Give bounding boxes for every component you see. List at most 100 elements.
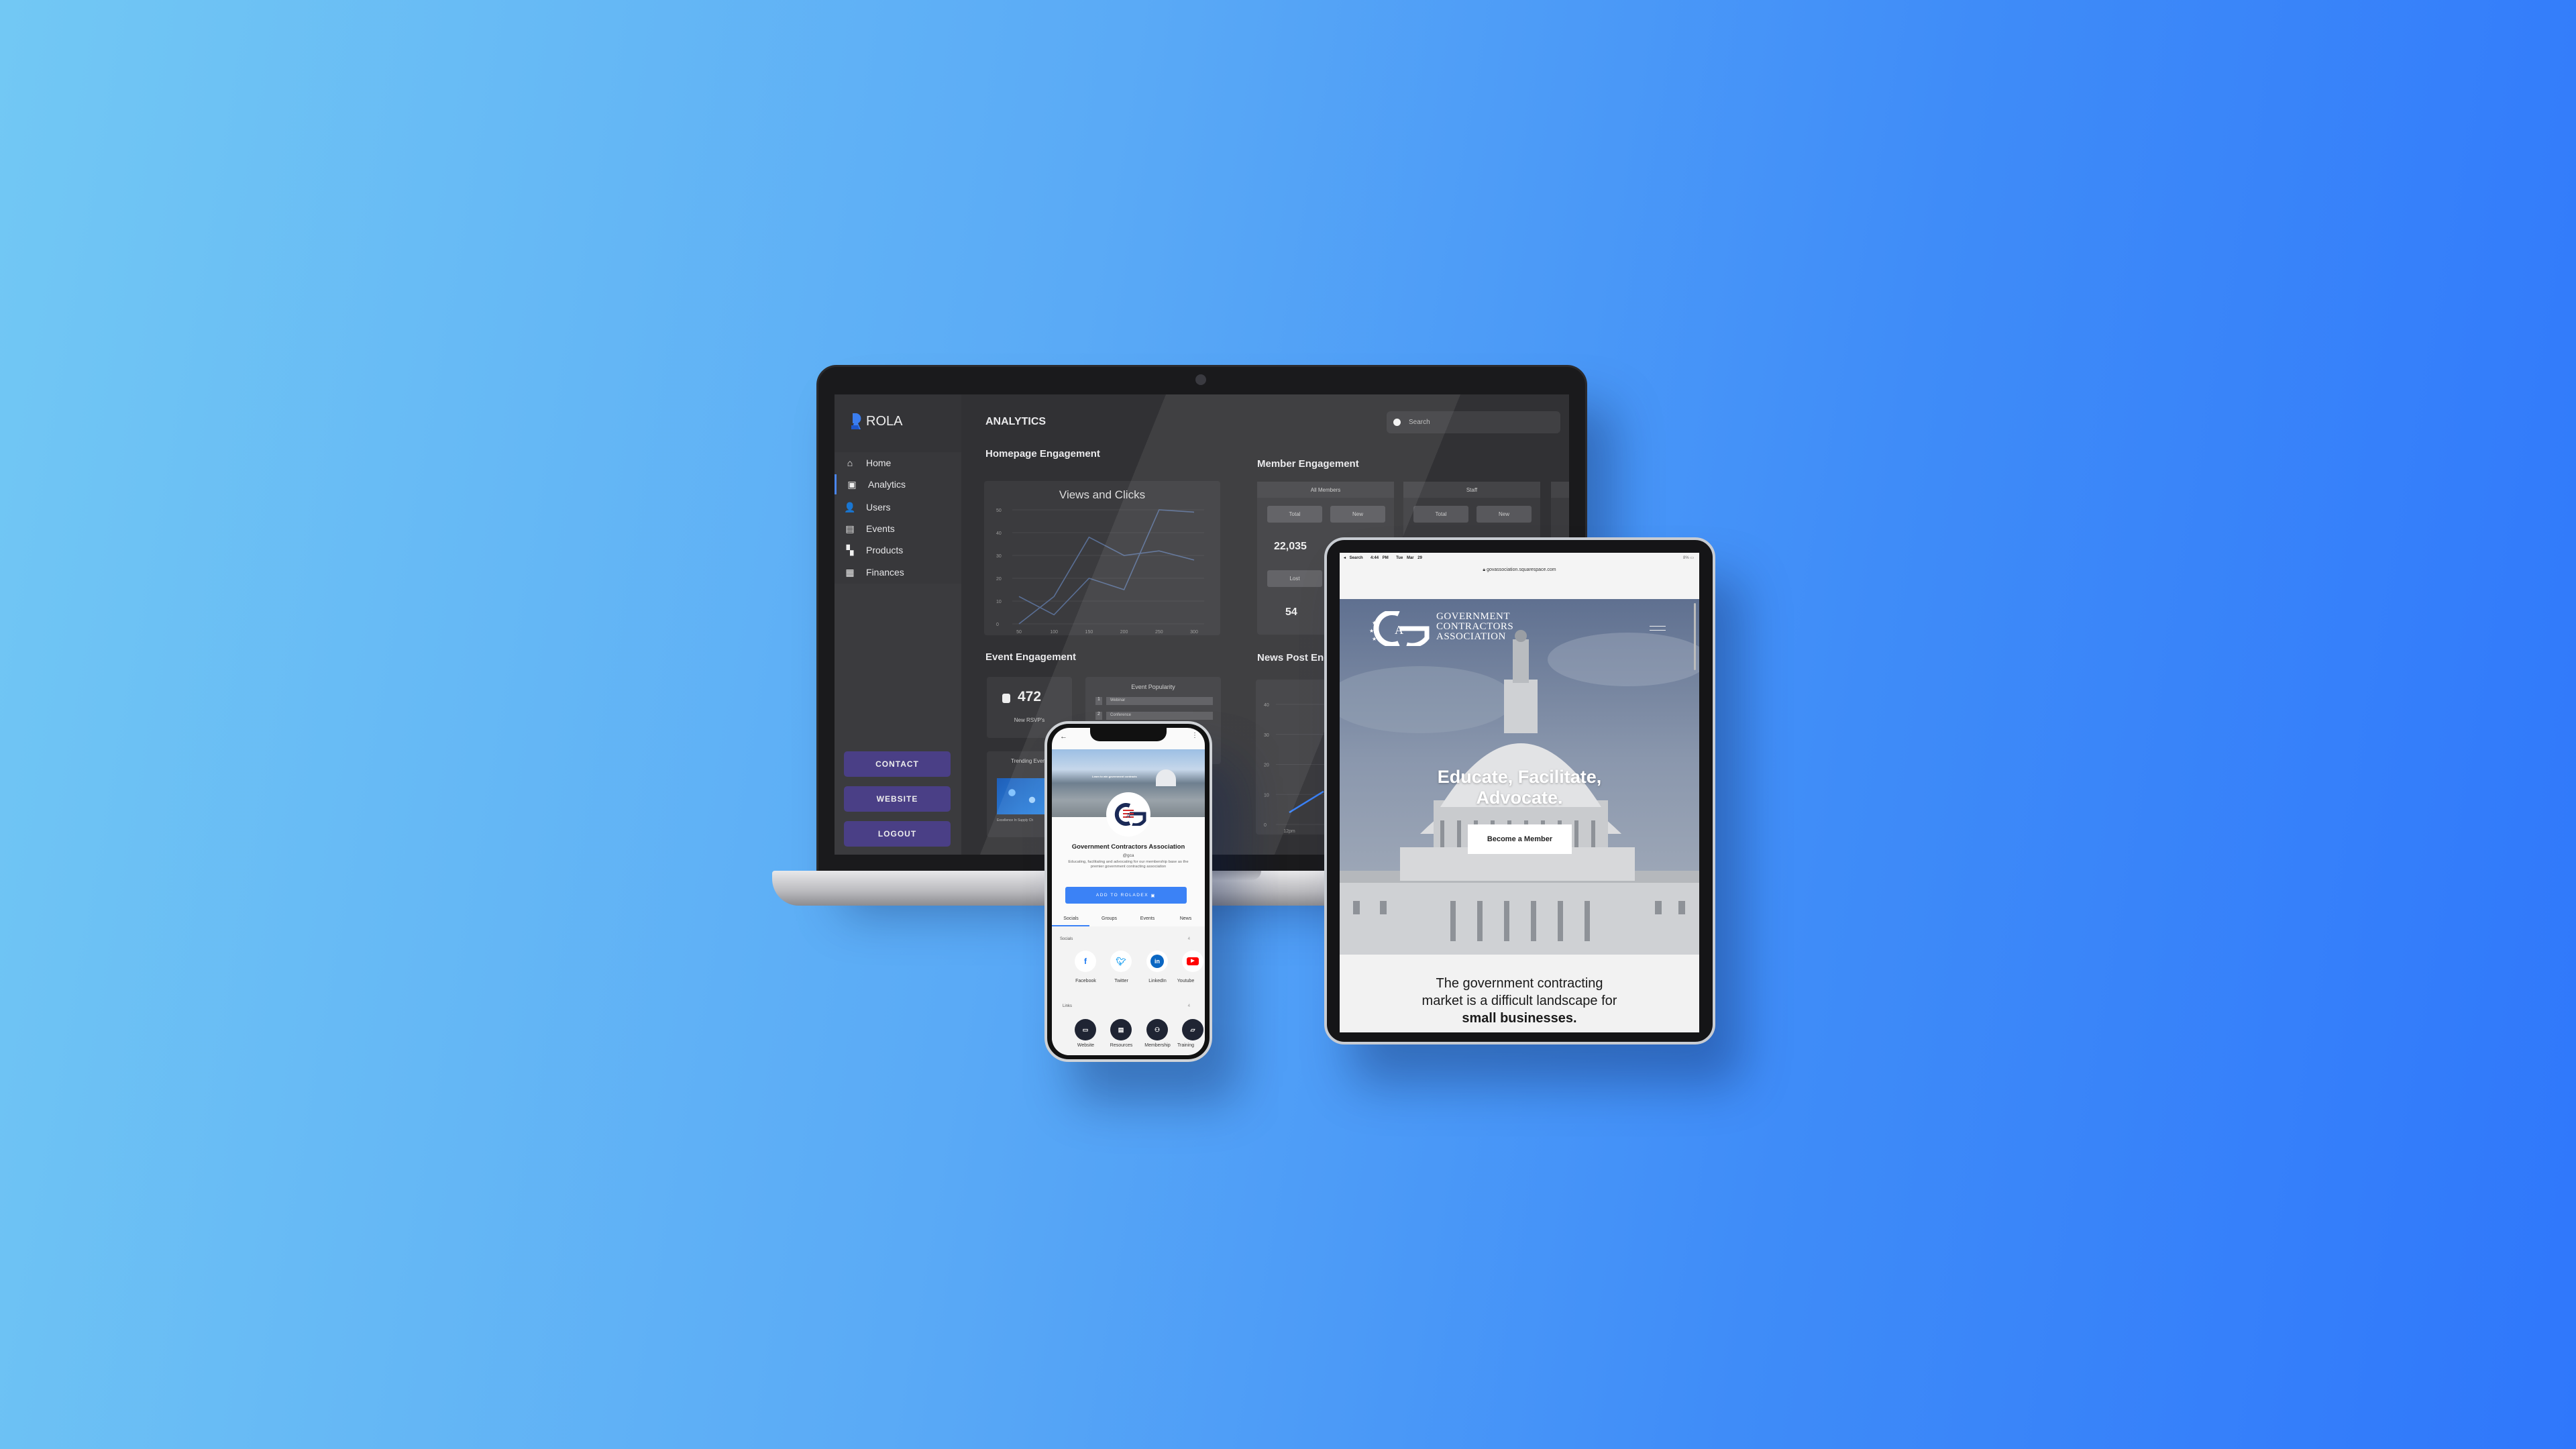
link-label: Website (1077, 1043, 1095, 1048)
y-tick-label: 0 (1264, 823, 1267, 828)
views-clicks-chart: Views and Clicks 0 10 20 30 40 50 50 100 150 200 2… (996, 488, 1204, 635)
logo-text-line: ASSOCIATION (1436, 631, 1506, 642)
headline-line: Advocate. (1476, 788, 1563, 808)
contact-button[interactable]: CONTACT (844, 751, 951, 777)
card-title: Event Popularity (1131, 684, 1175, 690)
card-title: All Members (1257, 482, 1394, 498)
sidebar-item-products[interactable]: ▚ Products (835, 540, 961, 560)
more-options-icon[interactable]: ⋮ (1191, 732, 1198, 739)
event-row[interactable]: Webinar (1106, 697, 1213, 705)
y-tick-label: 40 (996, 531, 1002, 536)
new-button[interactable]: New (1330, 506, 1385, 523)
scrollbar[interactable] (1694, 603, 1696, 670)
battery-indicator: 8% ▭ (1682, 556, 1694, 560)
button-label: ADD TO ROLADEX (1095, 893, 1149, 898)
links-count: 4 (1187, 1004, 1190, 1008)
x-tick-label: 250 (1155, 630, 1163, 635)
tab-groups[interactable]: Groups (1090, 916, 1128, 921)
brand-name: ROLA (866, 413, 903, 429)
back-to-search[interactable]: ◂ Search (1344, 556, 1363, 560)
search-icon (1393, 419, 1401, 426)
rola-logo-icon (851, 413, 861, 429)
new-button[interactable]: New (1477, 506, 1532, 523)
linkedin-icon[interactable]: in (1146, 951, 1168, 972)
intro-line: market is a difficult landscape for (1421, 994, 1617, 1008)
folder-icon[interactable]: ▱ (1182, 1019, 1203, 1040)
url-bar[interactable]: 🔒︎ govassociation.squarespace.com (1340, 568, 1699, 573)
tab-events[interactable]: Events (1128, 916, 1167, 921)
card-title: Staff (1403, 482, 1540, 498)
org-name: Government Contractors Association (1071, 843, 1185, 851)
url-text: govassociation.squarespace.com (1487, 568, 1556, 572)
link-label: Resources (1110, 1043, 1133, 1048)
x-tick-label: 300 (1190, 630, 1198, 635)
org-avatar: A (1106, 792, 1150, 837)
y-tick-label: 20 (996, 577, 1002, 582)
y-tick-label: 10 (1264, 793, 1269, 798)
sidebar-item-label: Home (866, 458, 892, 468)
svg-text:A: A (1126, 812, 1131, 820)
search-input[interactable]: Search (1387, 411, 1560, 433)
laptop-icon[interactable]: ▭ (1075, 1019, 1096, 1040)
banner-text: Learn to win government contracts (1092, 775, 1137, 778)
status-bar: ◂ Search 4:44 PM Tue Mar 29 (1344, 555, 1422, 560)
link-label: Training (1177, 1043, 1195, 1048)
sidebar-item-home[interactable]: ⌂ Home (835, 453, 961, 473)
sidebar-item-finances[interactable]: ▦ Finances (835, 562, 961, 582)
event-thumbnail[interactable] (997, 778, 1047, 814)
facebook-icon[interactable]: f (1075, 951, 1096, 972)
presentation-icon: ▣ (847, 478, 857, 490)
lost-members-value: 54 (1285, 606, 1297, 618)
total-button[interactable]: Total (1267, 506, 1322, 523)
member-engagement-heading: Member Engagement (1257, 458, 1359, 470)
sidebar-header: ROLA (835, 394, 961, 452)
tab-socials[interactable]: Socials (1052, 916, 1090, 921)
sidebar-item-label: Products (866, 545, 904, 555)
capitol-image (1156, 769, 1176, 786)
lost-button[interactable]: Lost (1267, 570, 1322, 587)
search-placeholder: Search (1409, 419, 1430, 426)
browser-header: ◂ Search 4:44 PM Tue Mar 29 8% ▭ 🔒︎ gova… (1340, 553, 1699, 599)
tab-news[interactable]: News (1167, 916, 1205, 921)
back-arrow-icon[interactable]: ← (1060, 733, 1067, 741)
series-line-0 (1018, 509, 1195, 616)
total-button[interactable]: Total (1413, 506, 1468, 523)
rank: 2 (1095, 712, 1102, 720)
x-tick-label: 150 (1085, 630, 1093, 635)
wallet-icon: ▦ (845, 566, 855, 578)
people-icon[interactable]: ⚇ (1146, 1019, 1168, 1040)
sidebar-item-label: Finances (866, 567, 904, 578)
logout-button[interactable]: LOGOUT (844, 821, 951, 847)
y-tick-label: 20 (1264, 763, 1269, 768)
hamburger-menu-icon[interactable] (1650, 626, 1666, 631)
x-tick-label: 50 (1016, 630, 1022, 635)
add-to-roladex-button[interactable]: ADD TO ROLADEX ▣ (1065, 887, 1187, 904)
event-row[interactable]: Conference (1106, 712, 1213, 720)
y-tick-label: 30 (996, 554, 1002, 559)
sidebar-item-analytics[interactable]: ▣ Analytics (835, 474, 961, 494)
chart-title: Views and Clicks (1059, 488, 1145, 501)
sidebar-item-users[interactable]: 👤 Users (835, 497, 961, 517)
x-tick-label: 200 (1120, 630, 1128, 635)
sidebar-item-label: Events (866, 523, 895, 534)
tablet-screen: ◂ Search 4:44 PM Tue Mar 29 8% ▭ 🔒︎ gova… (1340, 553, 1699, 1032)
youtube-icon[interactable]: ▶ (1182, 951, 1203, 972)
website-button[interactable]: WEBSITE (844, 786, 951, 812)
svg-text:A: A (1395, 623, 1403, 637)
event-engagement-heading: Event Engagement (985, 651, 1077, 663)
social-label: Twitter (1114, 979, 1128, 983)
twitter-icon[interactable]: 🐦︎ (1110, 951, 1132, 972)
homepage-engagement-heading: Homepage Engagement (985, 448, 1100, 460)
svg-text:★: ★ (1372, 636, 1377, 642)
hero-headline: Educate, Facilitate, Advocate. (1340, 767, 1699, 808)
become-member-button[interactable]: Become a Member (1468, 824, 1572, 854)
sidebar-item-events[interactable]: ▤ Events (835, 519, 961, 539)
gca-logo-icon: A (1114, 803, 1146, 826)
rank: 1 (1095, 697, 1102, 705)
users-icon: 👤 (844, 501, 856, 513)
intro-line: The government contracting (1436, 976, 1603, 991)
y-tick-label: 50 (996, 508, 1002, 513)
y-tick-label: 0 (996, 623, 999, 627)
book-icon[interactable]: ▤ (1110, 1019, 1132, 1040)
logo[interactable]: ROLA (851, 413, 902, 429)
